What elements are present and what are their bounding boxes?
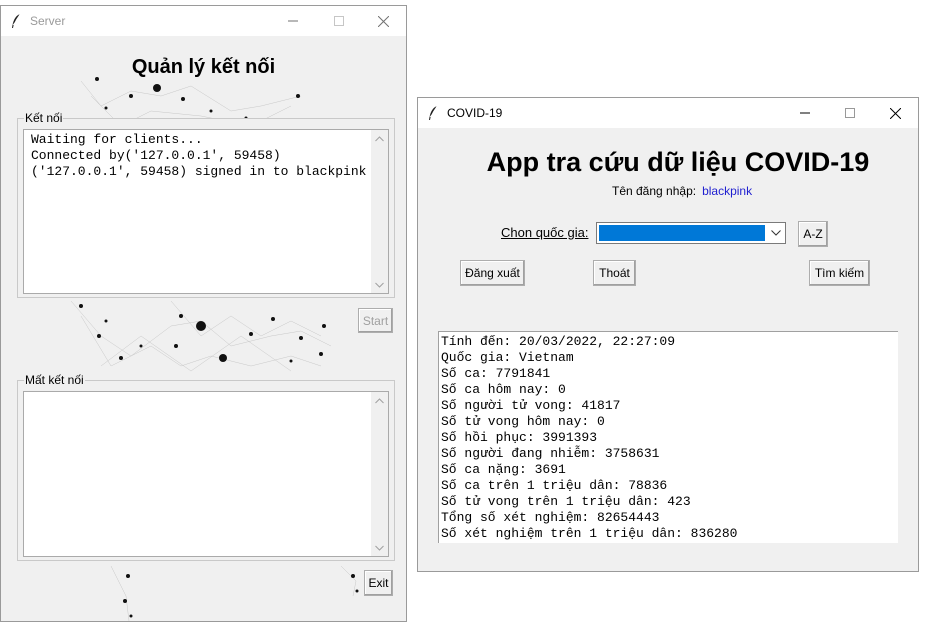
- close-button[interactable]: [360, 6, 406, 36]
- chevron-down-icon: [375, 545, 384, 551]
- covid-window: COVID-19 App tra cứu dữ liệu COVID-19 Tê…: [417, 97, 919, 572]
- text-line: Số ca hôm nay: 0: [441, 382, 566, 397]
- text-line: Quốc gia: Vietnam: [441, 350, 574, 365]
- scroll-down-button[interactable]: [371, 539, 388, 556]
- page-title: Quản lý kết nối: [131, 56, 276, 78]
- text-line: Số ca nặng: 3691: [441, 462, 566, 477]
- disconnected-group-legend: Mất kết nối: [24, 373, 85, 387]
- country-select-value: [599, 225, 765, 241]
- chevron-down-icon: [375, 282, 384, 288]
- connected-log-lines: Waiting for clients... Connected by('127.…: [31, 132, 366, 180]
- text-line: Số ca: 7791841: [441, 366, 551, 381]
- scroll-up-button[interactable]: [371, 130, 388, 147]
- country-label: Chon quốc gia:: [501, 225, 589, 240]
- disconnected-group: Mất kết nối: [17, 373, 395, 561]
- exit-button[interactable]: Exit: [364, 570, 393, 596]
- chevron-down-icon: [771, 230, 781, 236]
- window-title: COVID-19: [447, 106, 503, 120]
- feather-icon: [12, 13, 21, 28]
- chevron-up-icon: [375, 135, 384, 141]
- start-button[interactable]: Start: [358, 308, 393, 333]
- covid-titlebar[interactable]: COVID-19: [418, 98, 918, 128]
- search-button[interactable]: Tìm kiếm: [809, 260, 870, 286]
- app-heading: App tra cứu dữ liệu COVID-19: [486, 147, 870, 177]
- disconnected-log-textbox[interactable]: [23, 391, 389, 557]
- text-line: Số tử vong trên 1 triệu dân: 423: [441, 494, 691, 509]
- maximize-button[interactable]: [316, 6, 362, 36]
- quit-button[interactable]: Thoát: [593, 260, 636, 286]
- minimize-icon: [800, 112, 810, 114]
- connected-group-legend: Kết nối: [24, 111, 64, 125]
- minimize-button[interactable]: [782, 98, 828, 128]
- sort-az-button[interactable]: A-Z: [798, 221, 828, 247]
- text-line: Số xét nghiệm trên 1 triệu dân: 836280: [441, 526, 738, 541]
- chevron-up-icon: [375, 397, 384, 403]
- text-line: Số tử vong hôm nay: 0: [441, 414, 605, 429]
- login-info: Tên đăng nhập: blackpink: [612, 184, 752, 198]
- maximize-button[interactable]: [827, 98, 873, 128]
- text-line: Số hồi phục: 3991393: [441, 430, 598, 445]
- text-line: Số ca trên 1 triệu dân: 78836: [441, 478, 668, 493]
- text-line: Số người đang nhiễm: 3758631: [441, 446, 660, 461]
- text-line: Connected by('127.0.0.1', 59458): [31, 148, 281, 163]
- scroll-down-button[interactable]: [371, 276, 388, 293]
- close-icon: [889, 107, 901, 119]
- result-lines: Tính đến: 20/03/2022, 22:27:09 Quốc gia: …: [441, 334, 737, 542]
- maximize-icon: [334, 16, 344, 26]
- close-button[interactable]: [872, 98, 918, 128]
- username-value: blackpink: [702, 184, 753, 198]
- scroll-up-button[interactable]: [371, 392, 388, 409]
- country-dropdown-button[interactable]: [767, 223, 785, 243]
- minimize-button[interactable]: [270, 6, 316, 36]
- vertical-scrollbar[interactable]: [371, 130, 388, 293]
- server-window: Server Quản lý kết nối Kết nối Waiting f…: [0, 5, 407, 622]
- logout-button[interactable]: Đăng xuất: [460, 260, 525, 286]
- server-titlebar[interactable]: Server: [1, 6, 406, 36]
- connected-group: Kết nối Waiting for clients... Connected …: [17, 111, 395, 298]
- connected-log-textbox[interactable]: Waiting for clients... Connected by('127.…: [23, 129, 389, 294]
- feather-icon: [429, 105, 438, 120]
- result-textbox[interactable]: Tính đến: 20/03/2022, 22:27:09 Quốc gia: …: [438, 331, 898, 543]
- minimize-icon: [288, 20, 298, 22]
- text-line: Số người tử vong: 41817: [441, 398, 621, 413]
- close-icon: [377, 15, 389, 27]
- country-select[interactable]: [596, 222, 786, 244]
- text-line: Tổng số xét nghiệm: 82654443: [441, 510, 660, 525]
- text-line: Waiting for clients...: [31, 132, 203, 147]
- window-title: Server: [30, 14, 66, 28]
- text-line: ('127.0.0.1', 59458) signed in to blackp…: [31, 164, 367, 179]
- login-label: Tên đăng nhập:: [612, 184, 697, 198]
- maximize-icon: [845, 108, 855, 118]
- vertical-scrollbar[interactable]: [371, 392, 388, 556]
- text-line: Tính đến: 20/03/2022, 22:27:09: [441, 334, 676, 349]
